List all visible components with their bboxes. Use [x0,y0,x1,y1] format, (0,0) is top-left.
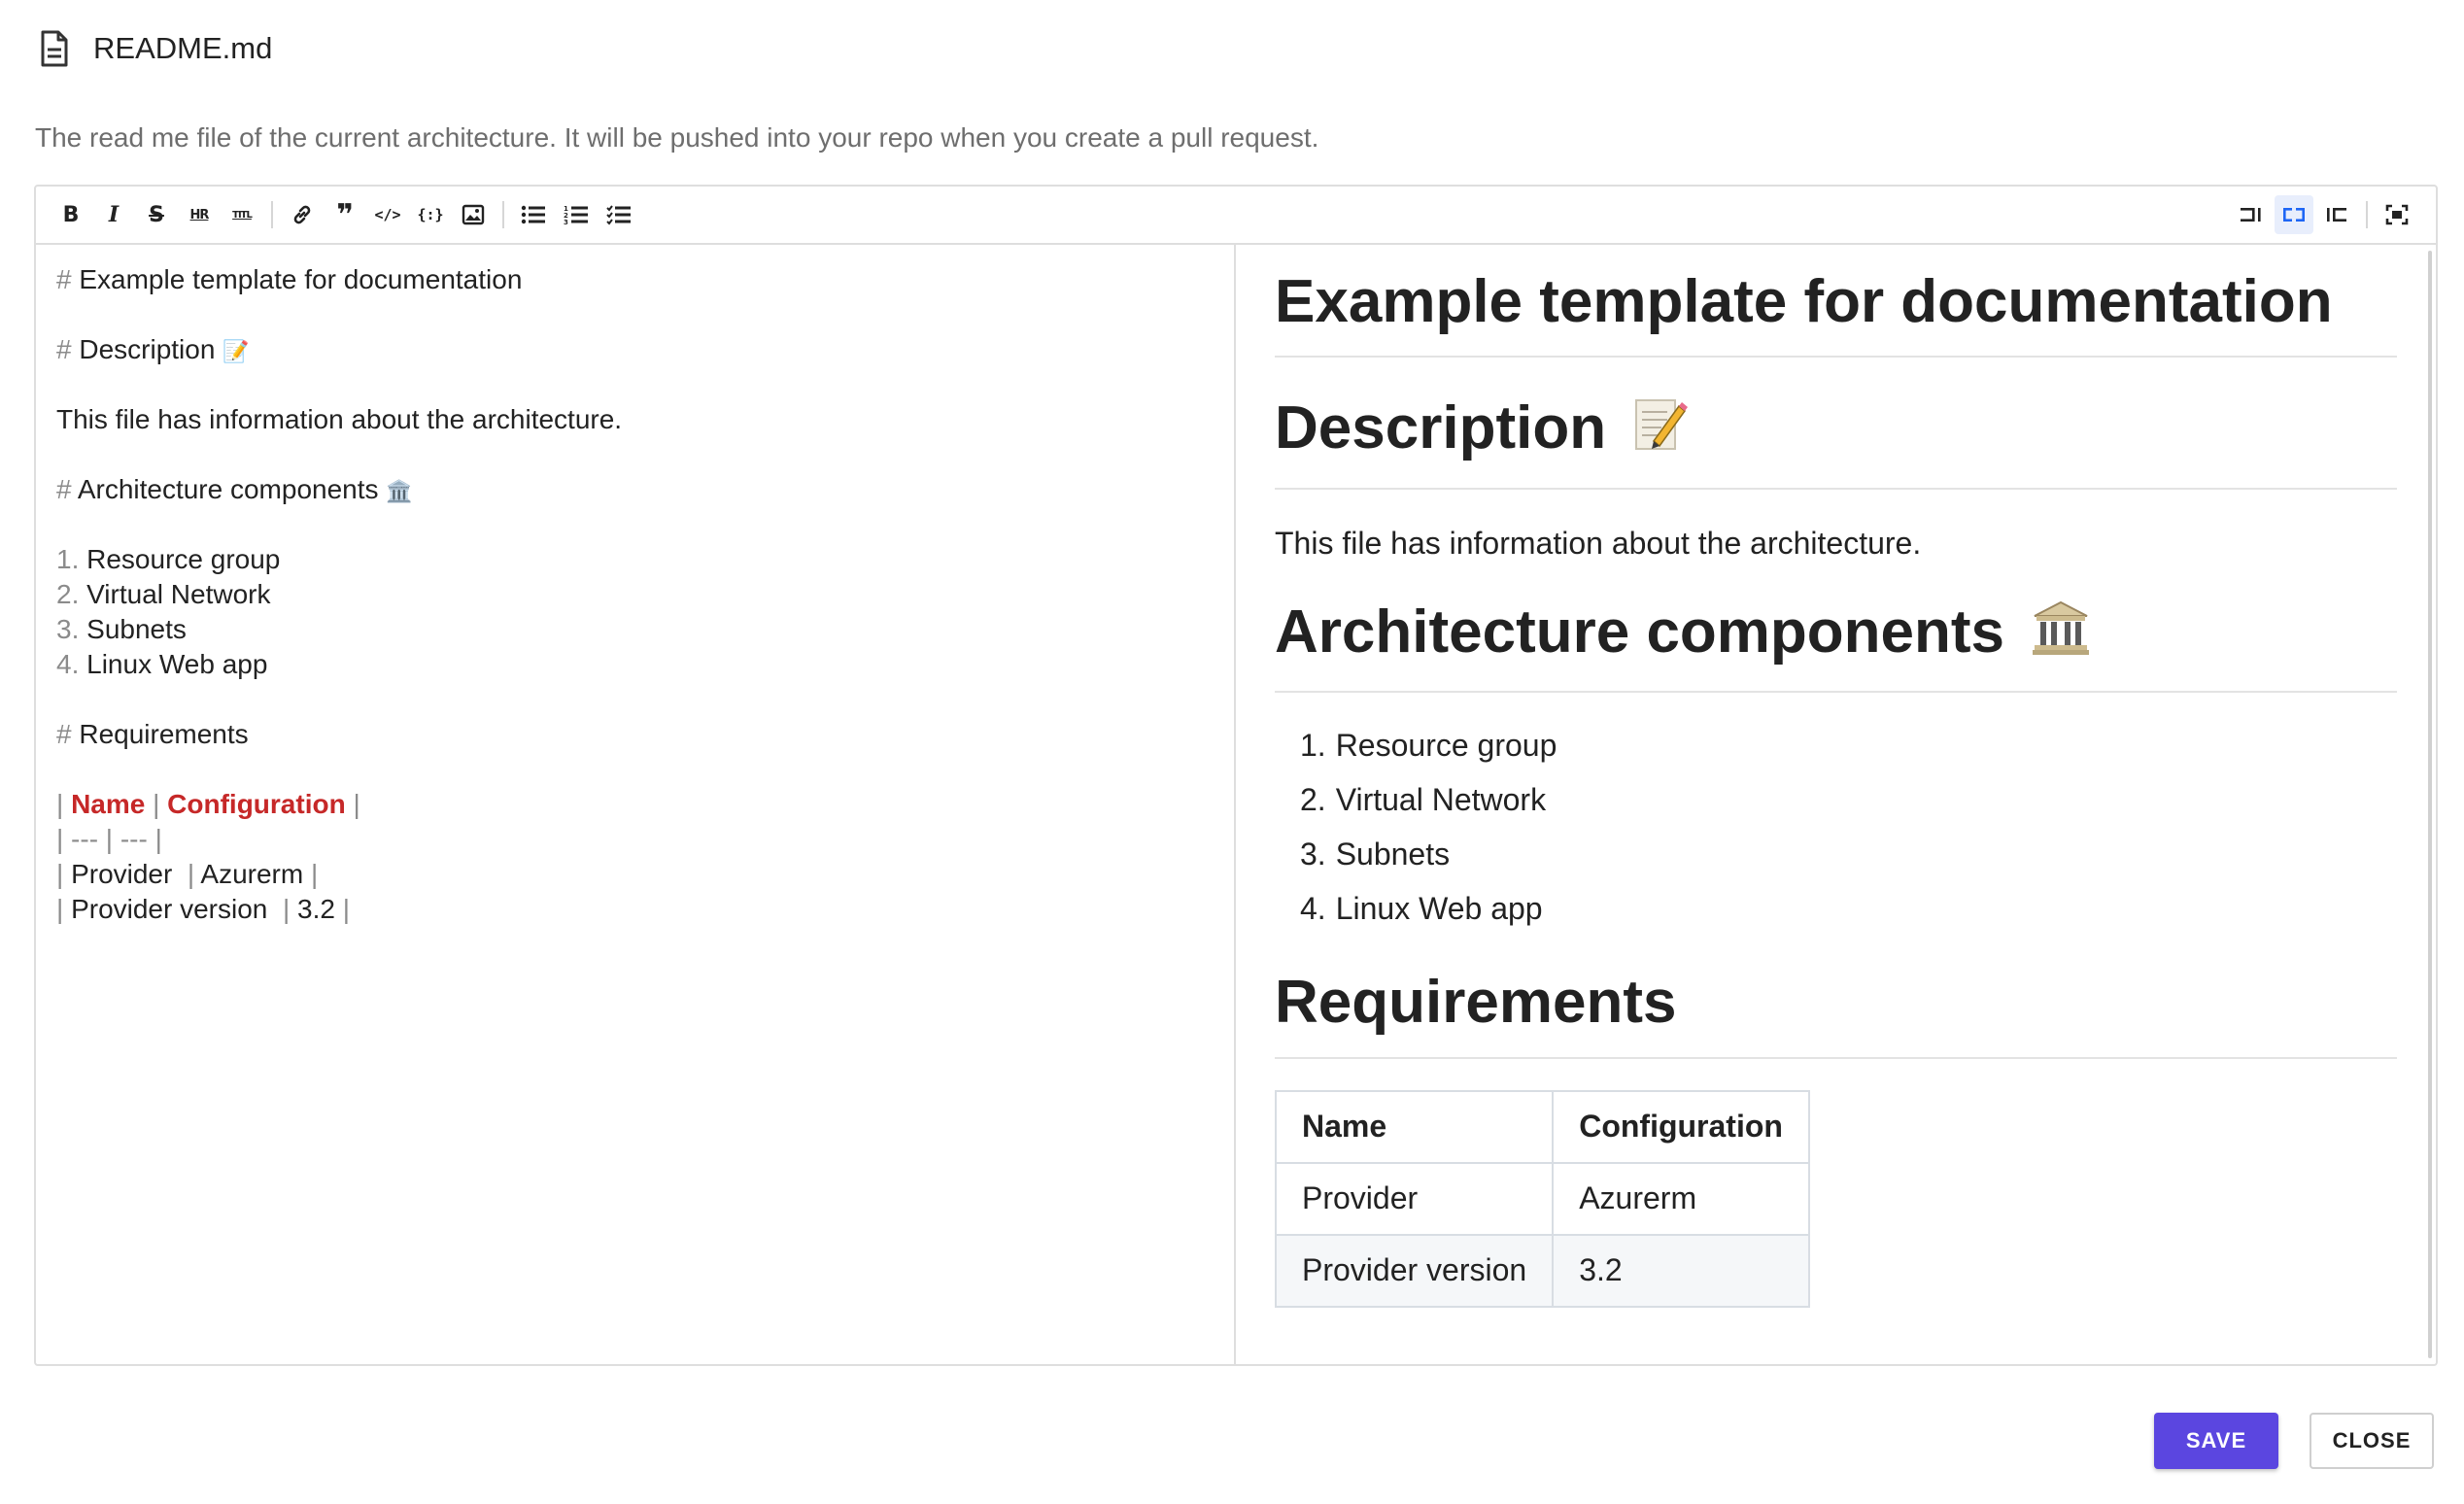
source-table-row: | Provider version | 3.2 | [56,894,350,924]
memo-emoji-icon: 📝 [222,339,250,363]
table-row: Provider version 3.2 [1274,1233,1810,1308]
fullscreen-icon[interactable] [2378,195,2416,234]
toolbar-divider [2366,201,2368,228]
source-list-item: 1. Resource group [56,544,281,574]
preview-heading: Description [1275,393,2397,490]
source-line: # Example template for documentation [56,264,523,294]
preview-paragraph: This file has information about the arch… [1275,525,1922,561]
preview-ordered-list: 1. Resource group 2. Virtual Network 3. Sub… [1275,726,2397,943]
horizontal-rule-icon[interactable]: HR [180,195,219,234]
source-line: # Description 📝 [56,334,250,364]
source-list-item: 4. Linux Web app [56,649,268,679]
source-table-separator: | --- | --- | [56,824,162,854]
table-cell: 3.2 [1552,1233,1810,1308]
preview-mode-icon[interactable] [2317,195,2356,234]
preview-scrollbar[interactable] [2428,251,2432,1358]
toolbar-divider [271,201,273,228]
table-header-cell: Name [1274,1089,1555,1164]
source-table-row: | Provider | Azurerm | [56,859,319,889]
list-item: 4. Linux Web app [1300,891,1543,927]
classical-building-emoji-icon: 🏛️ [386,479,413,503]
preview-heading: Architecture components [1275,597,2397,694]
table-row: Provider Azurerm [1274,1161,1810,1236]
preview-heading: Example template for documentation [1275,266,2397,359]
memo-emoji-icon [1632,394,1689,469]
source-line: This file has information about the arch… [56,404,623,434]
table-cell: Azurerm [1552,1161,1810,1236]
list-item: 1. Resource group [1300,728,1557,764]
preview-table: Name Configuration Provider Azurerm Prov… [1274,1089,1810,1308]
close-button[interactable]: CLOSE [2310,1413,2434,1469]
file-icon [35,26,74,71]
bold-icon[interactable]: B [51,195,90,234]
source-list-item: 2. Virtual Network [56,579,271,609]
source-table-header: | Name | Configuration | [56,789,360,819]
source-line: # Architecture components 🏛️ [56,474,413,504]
code-icon[interactable]: </> [368,195,407,234]
checklist-icon[interactable] [599,195,638,234]
table-header-row: Name Configuration [1274,1089,1810,1164]
source-line: # Requirements [56,719,249,749]
strikethrough-icon[interactable]: S [137,195,176,234]
ordered-list-icon[interactable]: 1 2 3 [557,195,596,234]
file-title: README.md [93,31,273,65]
markdown-editor: B I S HR TITL ❞ </> {:} 1 2 3 # Example … [34,185,2438,1366]
code-block-icon[interactable]: {:} [411,195,450,234]
table-header-cell: Configuration [1552,1089,1810,1164]
toolbar-divider [502,201,504,228]
source-list-item: 3. Subnets [56,614,187,644]
quote-icon[interactable]: ❞ [325,195,364,234]
list-item: 3. Subnets [1300,837,1451,872]
dialog-header: README.md [35,23,272,74]
preview-heading: Requirements [1275,967,2397,1059]
classical-building-emoji-icon [2031,598,2091,673]
link-icon[interactable] [283,195,322,234]
list-item: 2. Virtual Network [1300,782,1547,818]
edit-mode-icon[interactable] [2232,195,2271,234]
markdown-preview-pane: Example template for documentation Descr… [1238,245,2436,1364]
italic-icon[interactable]: I [94,195,133,234]
svg-text:3: 3 [564,219,568,225]
table-cell: Provider [1274,1161,1555,1236]
markdown-source-pane[interactable]: # Example template for documentation # D… [36,245,1236,1364]
image-icon[interactable] [454,195,493,234]
save-button[interactable]: SAVE [2154,1413,2278,1469]
dialog-description: The read me file of the current architec… [35,122,1319,153]
unordered-list-icon[interactable] [514,195,553,234]
split-mode-icon[interactable] [2275,195,2313,234]
table-cell: Provider version [1274,1233,1555,1308]
editor-toolbar: B I S HR TITL ❞ </> {:} 1 2 3 [36,187,2436,245]
title-icon[interactable]: TITL [222,195,261,234]
